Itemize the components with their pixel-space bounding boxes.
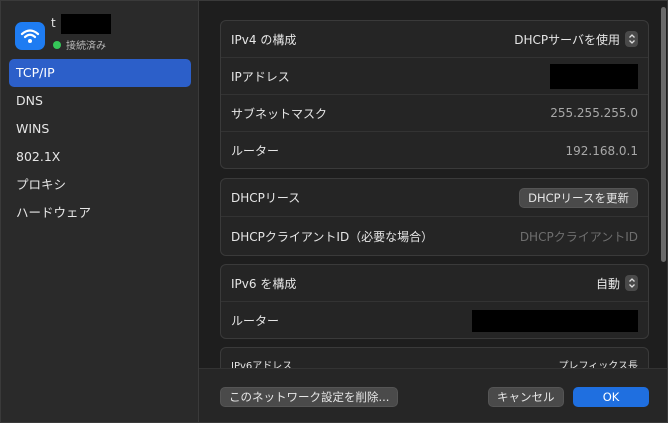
sidebar-item-hardware[interactable]: ハードウェア [9, 199, 191, 227]
ip-address-label: IPアドレス [231, 69, 290, 84]
ipv6-router-label: ルーター [231, 314, 280, 328]
ipv6-config-row: IPv6 を構成 自動 [221, 265, 648, 302]
redacted-ip-address [550, 63, 638, 89]
ipv6-group: IPv6 を構成 自動 ルーター [220, 264, 649, 339]
renew-dhcp-lease-button[interactable]: DHCPリースを更新 [519, 187, 638, 208]
dhcp-lease-row: DHCPリース DHCPリースを更新 [221, 179, 648, 217]
sidebar-item-8021x[interactable]: 802.1X [9, 143, 191, 171]
delete-network-settings-button[interactable]: このネットワーク設定を削除... [220, 387, 399, 407]
ipv4-config-row: IPv4 の構成 DHCPサーバを使用 [221, 21, 648, 58]
cancel-button[interactable]: キャンセル [488, 387, 564, 407]
ipv6-config-popup[interactable]: 自動 [596, 275, 638, 292]
subnet-mask-label: サブネットマスク [231, 106, 328, 121]
dhcp-group: DHCPリース DHCPリースを更新 DHCPクライアントID（必要な場合） D… [220, 178, 649, 256]
ip-address-row: IPアドレス [221, 58, 648, 95]
network-name: t [51, 16, 56, 30]
ipv4-router-label: ルーター [231, 144, 280, 158]
subnet-mask-row: サブネットマスク 255.255.255.0 [221, 95, 648, 132]
dhcp-client-id-label: DHCPクライアントID（必要な場合） [231, 229, 434, 244]
ok-button[interactable]: OK [573, 387, 649, 407]
footer-bar: このネットワーク設定を削除... キャンセル OK [199, 368, 667, 422]
wifi-icon [15, 22, 45, 50]
scrollbar-thumb[interactable] [661, 7, 666, 262]
sidebar-list: TCP/IP DNS WINS 802.1X プロキシ ハードウェア [9, 59, 191, 227]
ipv6-config-value: 自動 [595, 276, 620, 291]
ipv6-router-row: ルーター [221, 302, 648, 338]
ipv4-config-label: IPv4 の構成 [231, 32, 297, 47]
subnet-mask-value: 255.255.255.0 [550, 106, 638, 120]
main-pane: IPv4 の構成 DHCPサーバを使用 IPアドレス サブネットマスク 255.… [199, 1, 667, 422]
connection-status: 接続済み [53, 37, 106, 52]
scrollbar[interactable] [660, 3, 667, 363]
redacted-ipv6-router [472, 309, 638, 332]
popup-chevron-icon [625, 31, 638, 47]
ipv6-config-label: IPv6 を構成 [231, 276, 297, 291]
sidebar: t 接続済み TCP/IP DNS WINS 802.1X プロキシ ハードウェ… [1, 1, 199, 422]
dhcp-client-id-row: DHCPクライアントID（必要な場合） DHCPクライアントID [221, 217, 648, 255]
redacted-network-name [61, 14, 111, 34]
dhcp-client-id-field[interactable]: DHCPクライアントID [520, 228, 638, 245]
sidebar-item-wins[interactable]: WINS [9, 115, 191, 143]
sidebar-item-tcpip[interactable]: TCP/IP [9, 59, 191, 87]
dhcp-lease-label: DHCPリース [231, 191, 301, 205]
popup-chevron-icon [625, 275, 638, 291]
ipv4-group: IPv4 の構成 DHCPサーバを使用 IPアドレス サブネットマスク 255.… [220, 20, 649, 169]
network-settings-window: t 接続済み TCP/IP DNS WINS 802.1X プロキシ ハードウェ… [0, 0, 668, 423]
connected-dot-icon [53, 40, 61, 49]
network-header: t 接続済み [15, 14, 195, 55]
status-text: 接続済み [66, 41, 106, 52]
ipv4-router-value: 192.168.0.1 [565, 143, 638, 158]
ipv4-config-popup[interactable]: DHCPサーバを使用 [514, 31, 638, 48]
sidebar-item-dns[interactable]: DNS [9, 87, 191, 115]
ipv4-config-value: DHCPサーバを使用 [514, 32, 620, 47]
ipv4-router-row: ルーター 192.168.0.1 [221, 132, 648, 168]
sidebar-item-proxy[interactable]: プロキシ [9, 171, 191, 199]
